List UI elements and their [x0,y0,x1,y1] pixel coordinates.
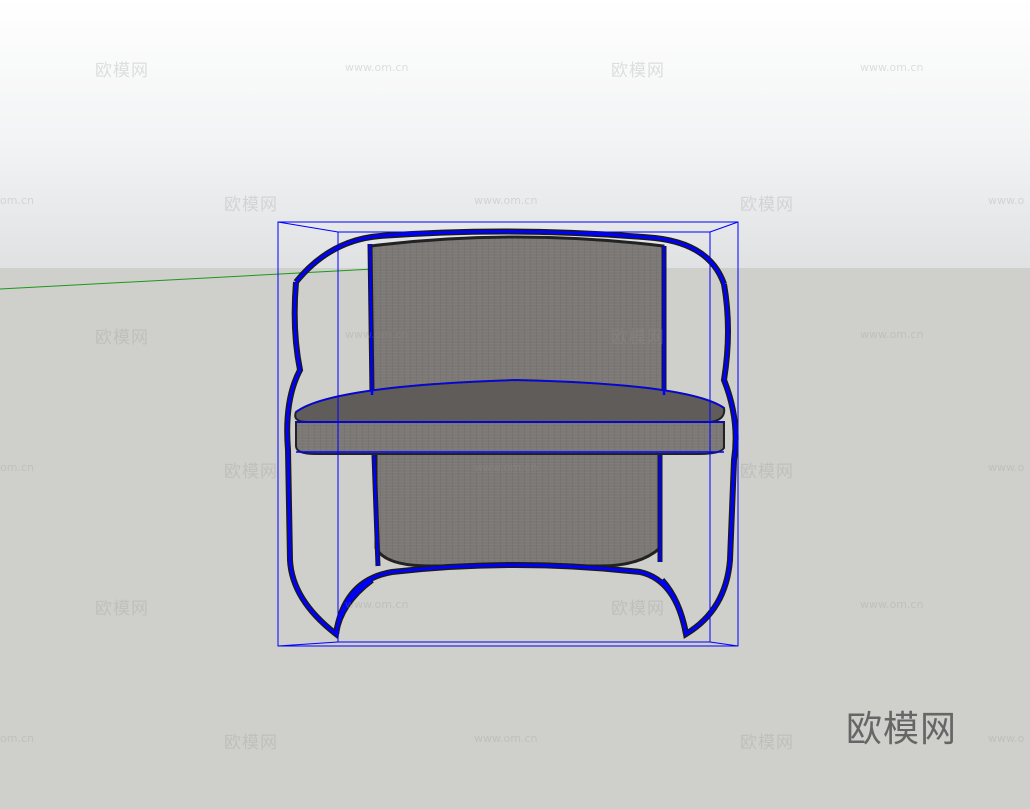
watermark-url: www.om.cn [474,461,538,474]
watermark-text: 欧模网 [740,733,794,753]
frame-right-arm [659,283,739,639]
watermark-url: www.om.cn [474,194,538,207]
watermark-text: 欧模网 [224,195,278,215]
watermark-url: www.om.cn [860,61,924,74]
watermark-url: www.o [988,194,1025,207]
watermark-text: 欧模网 [95,61,149,81]
watermark-text: 欧模网 [611,599,665,619]
watermark-url: om.cn [0,194,34,207]
watermark-text: 欧模网 [740,195,794,215]
watermark-url: www.om.cn [345,598,409,611]
armchair-model[interactable] [277,221,739,647]
watermark-url: www.om.cn [345,61,409,74]
watermark-url: www.om.cn [860,328,924,341]
model-scene [0,221,739,647]
watermark-url: om.cn [0,732,34,745]
green-axis-line [0,268,375,290]
watermark-text: 欧模网 [611,61,665,81]
watermark-text: 欧模网 [611,328,665,348]
watermark-url: om.cn [0,461,34,474]
watermark-url: www.o [988,461,1025,474]
watermark-url: www.om.cn [474,732,538,745]
watermark-text: 欧模网 [224,733,278,753]
watermark-url: www.om.cn [860,598,924,611]
backrest-cushion [369,235,665,394]
watermark-text: 欧模网 [740,462,794,482]
watermark-text: 欧模网 [95,328,149,348]
watermark-url: www.om.cn [345,328,409,341]
seat-cushion-front [295,421,725,455]
sketchup-viewport[interactable]: 欧模网 www.om.cn 欧模网 www.om.cn om.cn 欧模网 ww… [0,0,1030,809]
brand-logo: 欧模网 [846,709,958,750]
watermark-url: www.o [988,732,1025,745]
watermark-text: 欧模网 [224,462,278,482]
watermark-text: 欧模网 [95,599,149,619]
